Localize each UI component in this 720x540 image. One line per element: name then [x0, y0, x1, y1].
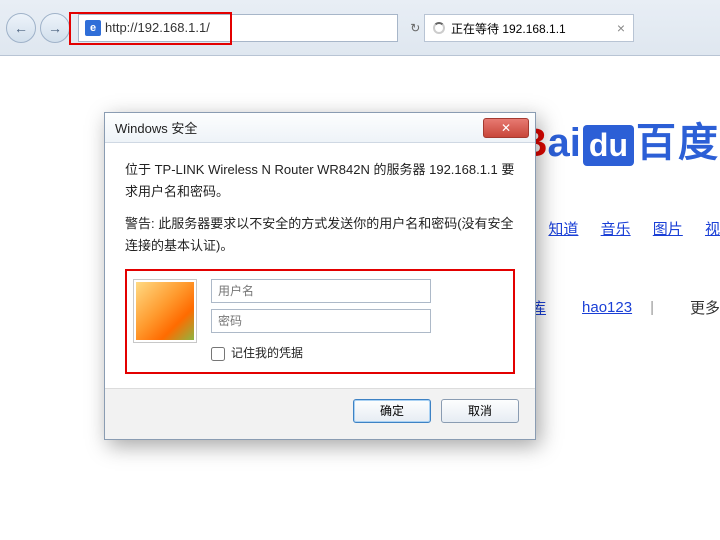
remember-label: 记住我的凭据: [231, 343, 303, 363]
dialog-title: Windows 安全: [115, 118, 197, 137]
tab-title: 正在等待 192.168.1.1: [451, 20, 566, 37]
forward-button[interactable]: →: [40, 13, 70, 43]
link-image[interactable]: 图片: [653, 221, 683, 238]
dialog-message-1: 位于 TP-LINK Wireless N Router WR842N 的服务器…: [125, 159, 515, 203]
password-input[interactable]: [211, 309, 431, 333]
logo-letter-ai: ai: [548, 121, 581, 166]
arrow-left-icon: ←: [14, 20, 28, 36]
url-text: http://192.168.1.1/: [105, 20, 391, 35]
dialog-body: 位于 TP-LINK Wireless N Router WR842N 的服务器…: [105, 143, 535, 388]
link-zhidao[interactable]: 知道: [548, 221, 578, 238]
ok-button[interactable]: 确定: [353, 399, 431, 423]
arrow-right-icon: →: [48, 20, 62, 36]
username-input[interactable]: [211, 279, 431, 303]
browser-tab[interactable]: 正在等待 192.168.1.1 ×: [424, 14, 634, 42]
remember-row[interactable]: 记住我的凭据: [211, 343, 507, 363]
refresh-icon[interactable]: ↻: [410, 21, 420, 35]
logo-hanzi: 百度: [636, 110, 720, 168]
address-bar[interactable]: e http://192.168.1.1/: [78, 14, 398, 42]
browser-toolbar: ← → e http://192.168.1.1/ ↻ 🗋 | 🔍 正在等待 1…: [0, 0, 720, 56]
cancel-button[interactable]: 取消: [441, 399, 519, 423]
tab-close-icon[interactable]: ×: [617, 20, 625, 36]
user-avatar-icon: [133, 279, 197, 343]
dialog-titlebar[interactable]: Windows 安全 ✕: [105, 113, 535, 143]
dialog-message-2: 警告: 此服务器要求以不安全的方式发送你的用户名和密码(没有安全连接的基本认证)…: [125, 213, 515, 257]
loading-spinner-icon: [433, 22, 445, 34]
link-video[interactable]: 视: [705, 221, 720, 238]
auth-dialog: Windows 安全 ✕ 位于 TP-LINK Wireless N Route…: [104, 112, 536, 440]
dialog-button-row: 确定 取消: [105, 388, 535, 439]
close-icon: ✕: [501, 121, 511, 135]
link-music[interactable]: 音乐: [601, 221, 631, 238]
site-favicon-icon: e: [85, 20, 101, 36]
dialog-close-button[interactable]: ✕: [483, 118, 529, 138]
link-hao123[interactable]: hao123: [582, 299, 632, 316]
remember-checkbox[interactable]: [211, 347, 225, 361]
separator: |: [650, 299, 654, 316]
link-more[interactable]: 更多: [690, 297, 720, 318]
back-button[interactable]: ←: [6, 13, 36, 43]
credentials-area: 记住我的凭据: [125, 269, 515, 373]
logo-letter-du: du: [583, 125, 634, 166]
